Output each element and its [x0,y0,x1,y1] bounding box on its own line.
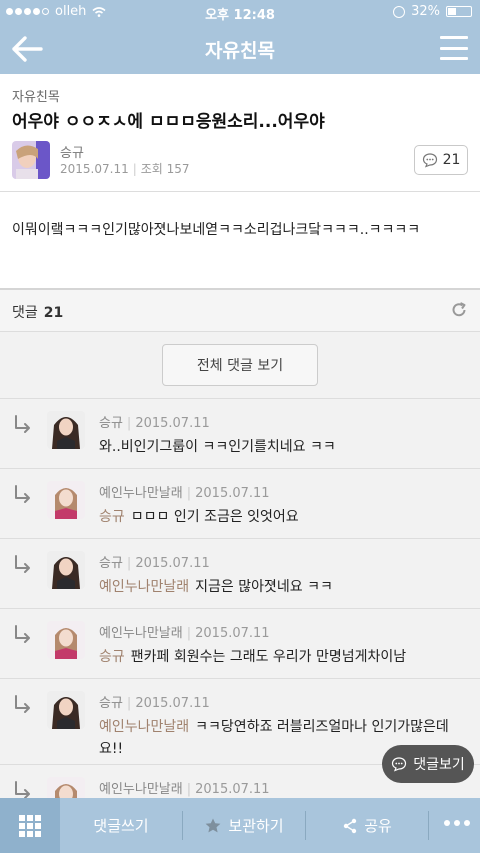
comment-count-button[interactable]: 21 [414,145,468,175]
divider [428,811,429,840]
header: olleh 오후 12:48 32% 자유친목 [0,0,480,74]
comment-meta: 승규 | 2015.07.11 [99,416,210,431]
grid-icon [19,814,41,837]
share-label: 공유 [364,817,392,835]
rotation-lock-icon [393,5,406,18]
comment-item: 승규 | 2015.07.11 와..비인기그룹이 ㅋㅋ인기를치네요 ㅋㅋ [0,398,480,468]
post-author[interactable]: 승규 [60,142,84,161]
save-button[interactable]: 보관하기 [183,798,305,853]
comment-item: 승규 | 2015.07.11 예인누나만날래 지금은 많아졋네요 ㅋㅋ [0,538,480,608]
post-meta: 2015.07.11 | 조회 157 [60,162,190,176]
comment-meta: 승규 | 2015.07.11 [99,556,210,571]
reply-arrow-icon [15,555,30,573]
page-title: 자유친목 [205,40,275,62]
post-body: 이뭐이랰ㅋㅋㅋ인기많아졋나보네엳ㅋㅋ소리겁나크닼ㅋㅋㅋ..ㅋㅋㅋㅋ [12,222,421,238]
comment-body: 지금은 많아졋네요 ㅋㅋ [195,579,333,595]
post-category[interactable]: 자유친목 [12,86,60,105]
speech-bubble-icon [392,757,407,772]
comment-date: 2015.07.11 [135,556,210,571]
comment-date: 2015.07.11 [195,486,270,501]
refresh-icon[interactable] [450,301,468,319]
status-bar: olleh 오후 12:48 32% [0,0,480,24]
share-icon [343,818,357,833]
comment-date: 2015.07.11 [135,416,210,431]
save-label: 보관하기 [228,817,284,835]
comment-date: 2015.07.11 [195,782,270,797]
comment-item: 예인누나만날래 | 2015.07.11 승규 팬카페 회원수는 그래도 우리가 만명… [0,608,480,678]
author-avatar[interactable] [12,141,50,179]
grid-menu-button[interactable] [0,798,60,853]
commenter-avatar[interactable] [47,621,85,659]
comment-author[interactable]: 예인누나만날래 [99,626,183,641]
comments-header: 댓글 21 [0,288,480,332]
comment-author[interactable]: 예인누나만날래 [99,782,183,797]
reply-mention[interactable]: 승규 [99,649,125,665]
comment-body: 팬카페 회원수는 그래도 우리가 만명넘게차이남 [130,649,407,665]
commenter-avatar[interactable] [47,411,85,449]
comments-label-text: 댓글 [12,305,38,321]
commenter-avatar[interactable] [47,691,85,729]
comment-text: 승규 팬카페 회원수는 그래도 우리가 만명넘게차이남 [99,646,469,668]
star-icon [205,818,221,832]
comment-author[interactable]: 승규 [99,556,123,571]
comment-count: 21 [442,152,461,168]
reply-arrow-icon [15,485,30,503]
battery-percent: 32% [411,4,440,19]
battery-icon [446,6,472,17]
view-all-comments-button[interactable]: 전체 댓글 보기 [162,344,318,386]
comment-date: 2015.07.11 [135,696,210,711]
floating-label: 댓글보기 [413,757,465,773]
comment-meta: 승규 | 2015.07.11 [99,696,210,711]
reply-mention[interactable]: 예인누나만날래 [99,579,189,595]
more-options-icon[interactable] [444,820,470,826]
reply-mention[interactable]: 예인누나만날래 [99,719,189,735]
comments-section: 댓글 21 전체 댓글 보기 승규 | 2015.07.11 와..비인기그룹이 ㅋㅋ… [0,288,480,798]
reply-arrow-icon [15,695,30,713]
reply-mention[interactable]: 승규 [99,509,125,525]
comment-text: 와..비인기그룹이 ㅋㅋ인기를치네요 ㅋㅋ [99,436,469,458]
reply-arrow-icon [15,625,30,643]
comments-label: 댓글 21 [12,302,63,322]
comment-author[interactable]: 예인누나만날래 [99,486,183,501]
reply-arrow-icon [15,781,30,798]
reply-arrow-icon [15,415,30,433]
write-comment-label: 댓글쓰기 [93,817,149,835]
status-right: 32% [393,4,472,19]
comment-item: 예인누나만날래 | 2015.07.11 승규 ㅁㅁㅁ 인기 조금은 잇엇어요 [0,468,480,538]
nav-bar: 자유친목 [0,24,480,74]
comment-meta: 예인누나만날래 | 2015.07.11 [99,782,270,797]
commenter-avatar[interactable] [47,481,85,519]
comment-body: ㅁㅁㅁ 인기 조금은 잇엇어요 [130,509,299,525]
post: 자유친목 어우야 ㅇㅇㅈㅅ에 ㅁㅁㅁ응원소리...어우야 승규 2015.07.… [0,74,480,288]
speech-bubble-icon [422,153,437,168]
comment-meta: 예인누나만날래 | 2015.07.11 [99,626,270,641]
commenter-avatar[interactable] [47,551,85,589]
share-button[interactable]: 공유 [306,798,428,853]
post-title: 어우야 ㅇㅇㅈㅅ에 ㅁㅁㅁ응원소리...어우야 [12,112,325,132]
comment-date: 2015.07.11 [195,626,270,641]
hamburger-menu-icon[interactable] [440,36,468,60]
comment-meta: 예인누나만날래 | 2015.07.11 [99,486,270,501]
divider [0,191,480,192]
comment-author[interactable]: 승규 [99,416,123,431]
write-comment-button[interactable]: 댓글쓰기 [60,798,182,853]
commenter-avatar[interactable] [47,777,85,798]
comment-author[interactable]: 승규 [99,696,123,711]
comment-text: 예인누나만날래 지금은 많아졋네요 ㅋㅋ [99,576,469,598]
comments-count: 21 [43,305,64,321]
bottom-toolbar: 댓글쓰기 보관하기 공유 [0,798,480,853]
comment-text: 승규 ㅁㅁㅁ 인기 조금은 잇엇어요 [99,506,469,528]
view-comments-floating-button[interactable]: 댓글보기 [382,745,474,783]
comment-body: 와..비인기그룹이 ㅋㅋ인기를치네요 ㅋㅋ [99,439,336,455]
post-date: 2015.07.11 [60,162,129,176]
post-views: 조회 157 [140,162,190,176]
